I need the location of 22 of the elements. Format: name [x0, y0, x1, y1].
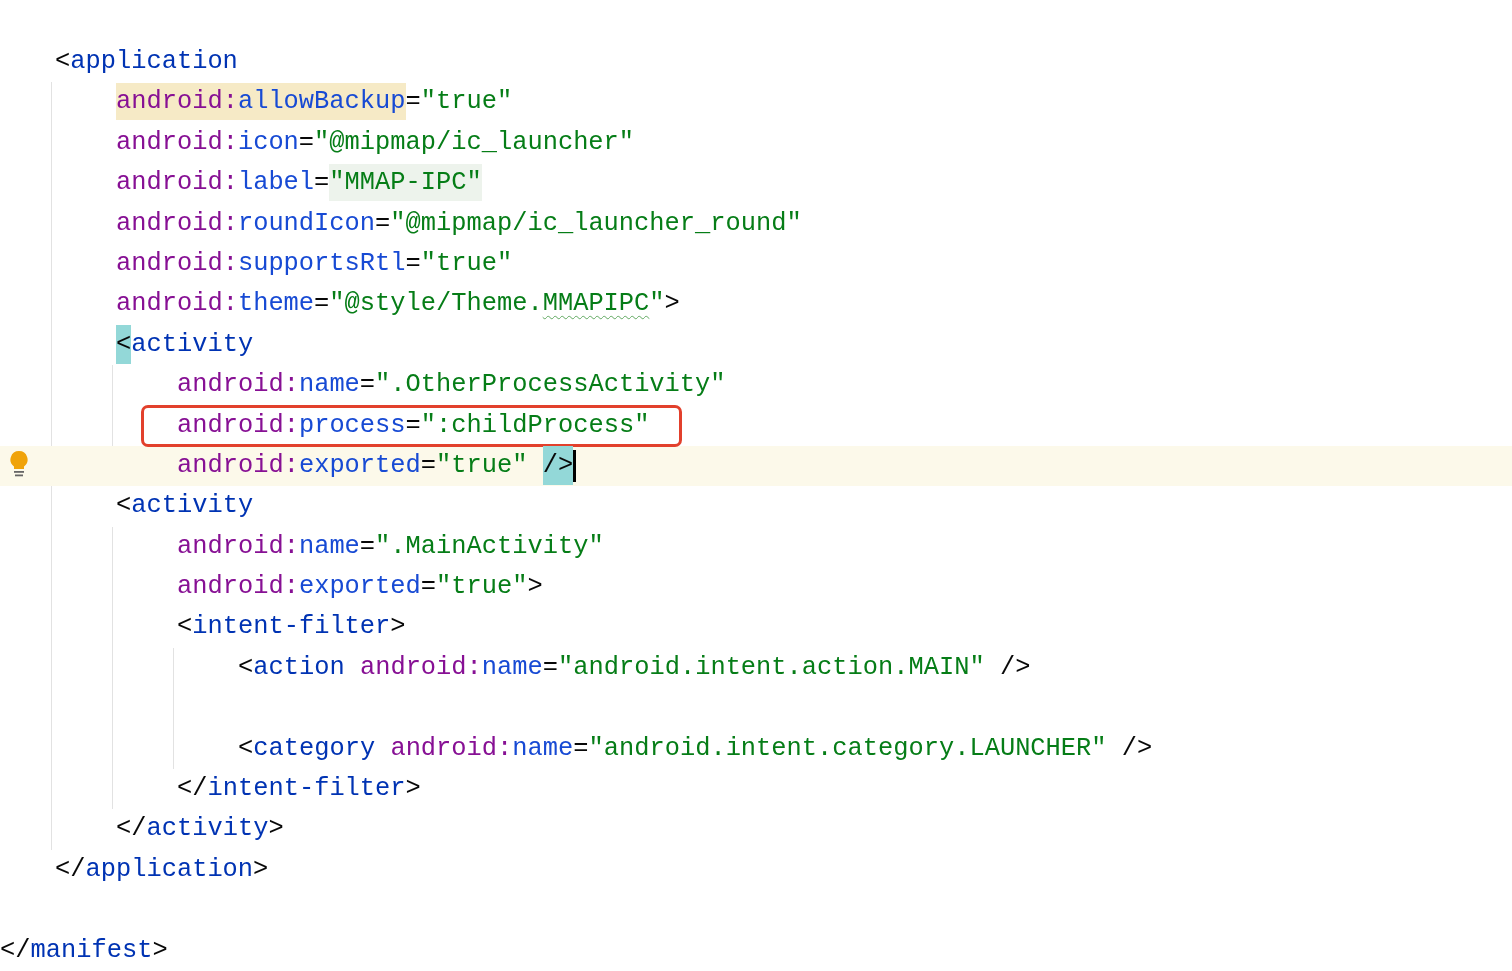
lightbulb-icon[interactable]: [9, 449, 29, 478]
code-line: android:theme="@style/Theme.MMAPIPC">: [116, 288, 680, 321]
code-line: </application>: [55, 853, 269, 886]
code-line: </manifest>: [0, 934, 168, 967]
code-line: </activity>: [116, 813, 284, 846]
code-line: android:supportsRtl="true": [116, 247, 513, 280]
code-line: android:name=".OtherProcessActivity": [177, 369, 726, 402]
code-line: android:allowBackup="true": [116, 82, 513, 123]
code-line: </intent-filter>: [177, 773, 421, 806]
code-line: android:name=".MainActivity": [177, 530, 604, 563]
code-line: <intent-filter>: [177, 611, 406, 644]
code-line: android:roundIcon="@mipmap/ic_launcher_round": [116, 207, 802, 240]
code-line: <activity: [116, 324, 254, 366]
code-line: android:exported="true" />: [177, 445, 574, 487]
code-line: <category android:name="android.intent.category.LAUNCHER" />: [238, 732, 1153, 765]
code-line: <action android:name="android.intent.action.MAIN" />: [238, 651, 1031, 684]
code-line: android:label="MMAP-IPC": [116, 163, 482, 204]
code-line: <activity: [116, 490, 254, 523]
code-line: android:exported="true">: [177, 571, 543, 604]
code-line: <application: [55, 46, 238, 78]
code-line: android:icon="@mipmap/ic_launcher": [116, 126, 635, 159]
code-line: android:process=":childProcess": [177, 409, 650, 442]
